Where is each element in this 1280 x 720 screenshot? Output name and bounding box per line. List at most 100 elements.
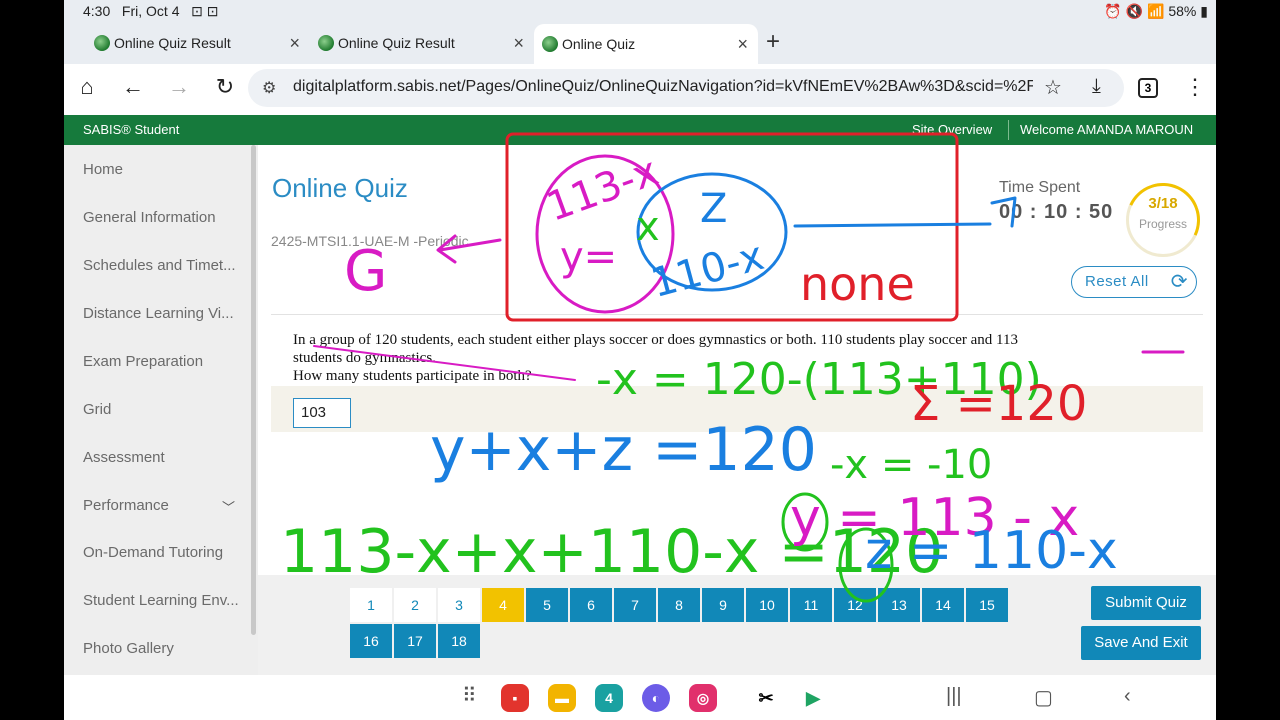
app-header: SABIS® Student Site Overview Welcome AMA… — [64, 115, 1216, 145]
sidebar-scrollbar[interactable] — [251, 145, 256, 635]
capcut-icon[interactable]: ✂ — [752, 684, 780, 712]
tab-online-quiz-result-1[interactable]: Online Quiz Result × — [86, 26, 310, 60]
home-icon[interactable]: ⌂ — [73, 74, 101, 100]
status-left: 4:30 Fri, Oct 4 ⊡ ⊡ — [83, 3, 219, 20]
question-button-8[interactable]: 8 — [658, 588, 700, 622]
home-button-icon[interactable]: ▢ — [1034, 685, 1053, 710]
header-divider — [1008, 120, 1009, 140]
welcome-user-menu[interactable]: Welcome AMANDA MAROUN — [1020, 122, 1193, 137]
chevron-down-icon[interactable]: ﹀ — [222, 497, 235, 516]
url-field[interactable]: ⚙ digitalplatform.sabis.net/Pages/Online… — [248, 69, 1124, 107]
time-spent-label: Time Spent — [999, 179, 1081, 196]
back-icon[interactable]: ← — [119, 74, 147, 100]
answer-area: 103 — [271, 386, 1203, 432]
reload-icon[interactable]: ↻ — [211, 74, 239, 100]
question-line: In a group of 120 students, each student… — [293, 332, 1018, 348]
recents-icon[interactable]: ||| — [946, 685, 962, 708]
calendar-app-icon[interactable]: 4 — [595, 684, 623, 712]
question-text: In a group of 120 students, each student… — [293, 331, 1193, 385]
instagram-icon[interactable]: ◎ — [689, 684, 717, 712]
question-line: students do gymnastics. — [293, 350, 436, 366]
sabis-favicon-icon — [94, 35, 110, 51]
question-button-1[interactable]: 1 — [350, 588, 392, 622]
question-button-18[interactable]: 18 — [438, 624, 480, 658]
folder-app-icon[interactable]: ▬ — [548, 684, 576, 712]
save-and-exit-button[interactable]: Save And Exit — [1081, 626, 1201, 660]
site-settings-icon[interactable]: ⚙ — [262, 78, 276, 98]
alarm-icon: ⏰ — [1104, 3, 1122, 19]
question-button-3[interactable]: 3 — [438, 588, 480, 622]
question-button-10[interactable]: 10 — [746, 588, 788, 622]
new-tab-icon[interactable]: + — [766, 28, 780, 56]
question-button-9[interactable]: 9 — [702, 588, 744, 622]
tab-label: Online Quiz — [562, 36, 636, 52]
close-tab-icon[interactable]: × — [737, 34, 748, 54]
back-nav-icon[interactable]: ‹ — [1124, 685, 1131, 708]
progress-label: Progress — [1138, 217, 1188, 231]
time-spent-value: 00 : 10 : 50 — [999, 201, 1114, 223]
android-navigation-bar: ⠿ ▪ ▬ 4 ◐ ◎ ✂ ▶ ||| ▢ ‹ — [64, 675, 1216, 720]
question-button-13[interactable]: 13 — [878, 588, 920, 622]
date: Fri, Oct 4 — [121, 3, 180, 19]
clock: 4:30 — [83, 3, 111, 19]
status-bar: 4:30 Fri, Oct 4 ⊡ ⊡ ⏰ 🔇 📶 58% ▮ — [64, 0, 1216, 24]
sidebar-item-photo-gallery[interactable]: Photo Gallery — [83, 640, 243, 657]
download-icon[interactable]: ⤓ — [1092, 75, 1101, 98]
sidebar-item-distance-learning[interactable]: Distance Learning Vi... — [83, 305, 243, 322]
sidebar: Home General Information Schedules and T… — [64, 145, 258, 675]
quiz-code: 2425-MTSI1.1-UAE-M -Periodic — [271, 233, 469, 249]
question-button-16[interactable]: 16 — [350, 624, 392, 658]
bookmark-star-icon[interactable]: ☆ — [1044, 75, 1062, 100]
progress-count: 3/18 — [1148, 195, 1178, 212]
site-overview-link[interactable]: Site Overview — [912, 122, 992, 137]
brand-label: SABIS® Student — [83, 122, 180, 137]
play-store-icon[interactable]: ▶ — [799, 684, 827, 712]
question-button-6[interactable]: 6 — [570, 588, 612, 622]
question-button-11[interactable]: 11 — [790, 588, 832, 622]
wifi-icon: 📶 — [1147, 3, 1165, 19]
mute-icon: 🔇 — [1125, 3, 1144, 19]
question-button-5[interactable]: 5 — [526, 588, 568, 622]
answer-input[interactable]: 103 — [293, 398, 351, 428]
sidebar-item-grid[interactable]: Grid — [83, 401, 243, 418]
app-icon-red[interactable]: ▪ — [501, 684, 529, 712]
reset-all-button[interactable]: Reset All ⟳ — [1071, 266, 1197, 298]
sidebar-item-assessment[interactable]: Assessment — [83, 449, 243, 466]
tablet-screen: 4:30 Fri, Oct 4 ⊡ ⊡ ⏰ 🔇 📶 58% ▮ Online Q… — [64, 0, 1216, 720]
url-text[interactable]: digitalplatform.sabis.net/Pages/OnlineQu… — [293, 78, 1033, 96]
internet-app-icon[interactable]: ◐ — [642, 684, 670, 712]
screenshot-icon: ⊡ ⊡ — [191, 3, 219, 19]
question-button-7[interactable]: 7 — [614, 588, 656, 622]
sidebar-item-on-demand-tutoring[interactable]: On-Demand Tutoring — [83, 544, 243, 561]
page-title: Online Quiz — [272, 173, 408, 203]
divider — [271, 314, 1203, 315]
battery-level: 58% — [1168, 3, 1197, 19]
close-tab-icon[interactable]: × — [513, 33, 524, 53]
sidebar-item-performance[interactable]: Performance — [83, 497, 243, 514]
address-bar: ⌂ ← → ↻ ⚙ digitalplatform.sabis.net/Page… — [64, 64, 1216, 112]
reset-all-label: Reset All — [1085, 273, 1149, 290]
status-right: ⏰ 🔇 📶 58% ▮ — [1104, 3, 1208, 20]
sidebar-item-student-learning-env[interactable]: Student Learning Env... — [83, 592, 243, 609]
app-drawer-icon[interactable]: ⠿ — [462, 683, 477, 708]
sabis-favicon-icon — [318, 35, 334, 51]
sidebar-item-schedules[interactable]: Schedules and Timet... — [83, 257, 243, 274]
close-tab-icon[interactable]: × — [289, 33, 300, 53]
sidebar-item-exam-preparation[interactable]: Exam Preparation — [83, 353, 243, 370]
question-button-4[interactable]: 4 — [482, 588, 524, 622]
sidebar-item-general-information[interactable]: General Information — [83, 209, 243, 226]
tab-online-quiz-result-2[interactable]: Online Quiz Result × — [310, 26, 534, 60]
tab-online-quiz[interactable]: Online Quiz × — [534, 24, 758, 64]
menu-kebab-icon[interactable]: ⋮ — [1184, 74, 1206, 100]
sabis-favicon-icon — [542, 36, 558, 52]
question-button-2[interactable]: 2 — [394, 588, 436, 622]
question-button-15[interactable]: 15 — [966, 588, 1008, 622]
question-button-14[interactable]: 14 — [922, 588, 964, 622]
question-button-17[interactable]: 17 — [394, 624, 436, 658]
submit-quiz-button[interactable]: Submit Quiz — [1091, 586, 1201, 620]
sidebar-item-home[interactable]: Home — [83, 161, 243, 178]
tab-label: Online Quiz Result — [338, 35, 455, 51]
forward-icon[interactable]: → — [165, 74, 193, 100]
tab-switcher-button[interactable]: 3 — [1138, 78, 1158, 98]
question-button-12[interactable]: 12 — [834, 588, 876, 622]
